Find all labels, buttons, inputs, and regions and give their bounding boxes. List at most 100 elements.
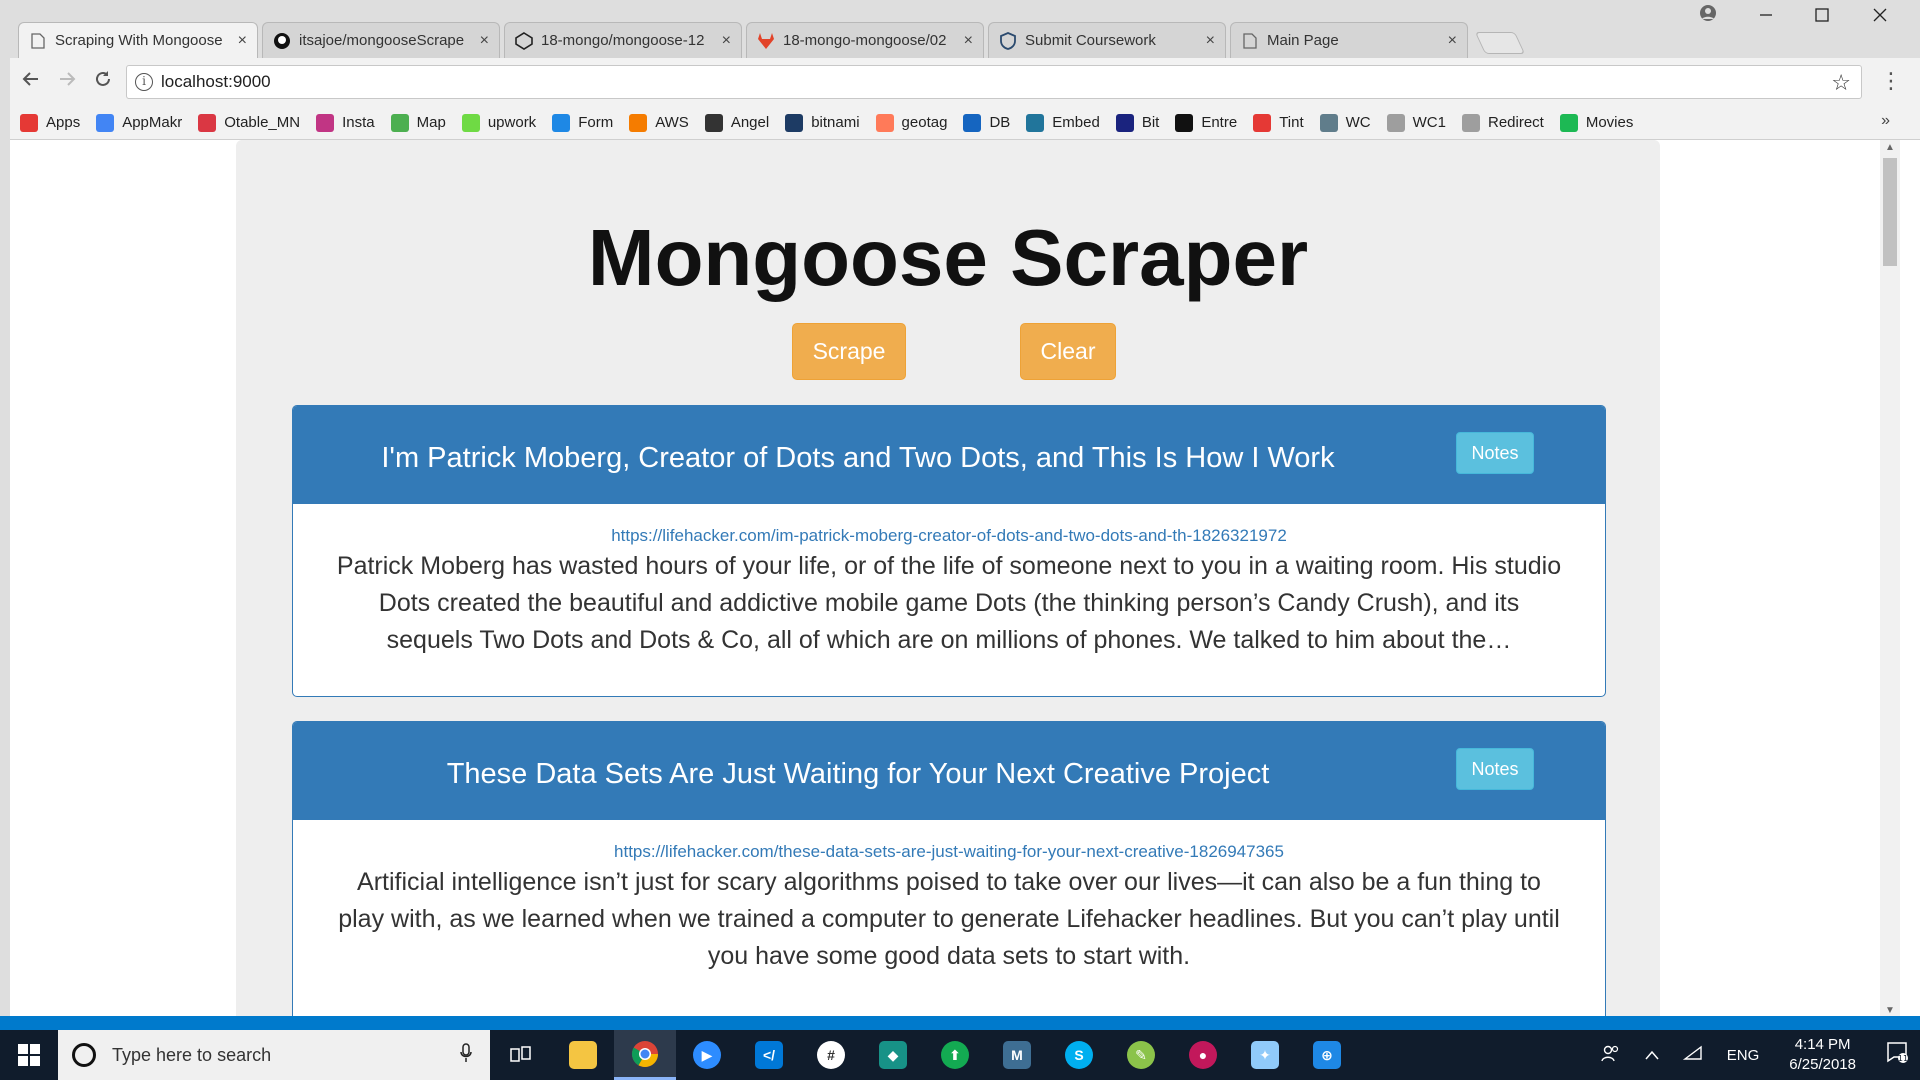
tab-title: 18-mongo-mongoose/02 bbox=[783, 32, 947, 49]
scrape-button[interactable]: Scrape bbox=[792, 323, 906, 380]
reload-icon[interactable] bbox=[88, 68, 118, 94]
paint-icon[interactable]: ✎ bbox=[1110, 1030, 1172, 1080]
bookmark-tint[interactable]: Tint bbox=[1253, 113, 1304, 132]
bookmark-upwork[interactable]: upwork bbox=[461, 113, 537, 132]
people-icon[interactable] bbox=[1601, 1044, 1621, 1066]
windows-start-icon[interactable] bbox=[0, 1030, 58, 1080]
bookmark-map[interactable]: Map bbox=[390, 113, 446, 132]
close-icon[interactable]: × bbox=[964, 32, 973, 50]
bookmark-appmakr[interactable]: AppMakr bbox=[96, 113, 182, 132]
gitkraken-icon[interactable]: ◆ bbox=[862, 1030, 924, 1080]
mysql-workbench-icon[interactable]: M bbox=[986, 1030, 1048, 1080]
form-icon bbox=[552, 113, 571, 132]
tab-submit-coursework[interactable]: Submit Coursework × bbox=[988, 22, 1226, 58]
tab-scraping-with-mongoose[interactable]: Scraping With Mongoose × bbox=[18, 22, 258, 58]
bookmark-embed[interactable]: Embed bbox=[1026, 113, 1100, 132]
slack-icon[interactable]: # bbox=[800, 1030, 862, 1080]
tab-github[interactable]: itsajoe/mongooseScrape × bbox=[262, 22, 500, 58]
bookmark-label: upwork bbox=[487, 114, 537, 131]
chrome-icon[interactable] bbox=[614, 1030, 676, 1080]
back-arrow-icon[interactable] bbox=[16, 68, 46, 94]
windows-taskbar: Type here to search ▶ </ # ◆ ⬆ M S ✎ ● ✦… bbox=[0, 1030, 1920, 1080]
chrome-menu-icon[interactable]: ⋮ bbox=[1880, 68, 1902, 94]
bookmark-bit[interactable]: Bit bbox=[1115, 113, 1159, 132]
close-icon[interactable]: × bbox=[480, 32, 489, 50]
bookmark-wc1[interactable]: WC1 bbox=[1386, 113, 1446, 132]
remote-desktop-icon[interactable]: ⊕ bbox=[1296, 1030, 1358, 1080]
bookmark-aws[interactable]: AWS bbox=[629, 113, 689, 132]
page-icon bbox=[1461, 113, 1480, 132]
forward-arrow-icon[interactable] bbox=[52, 68, 82, 94]
tab-main-page[interactable]: Main Page × bbox=[1230, 22, 1468, 58]
info-icon[interactable]: i bbox=[135, 73, 153, 91]
bookmark-redirect[interactable]: Redirect bbox=[1461, 113, 1544, 132]
close-icon[interactable]: × bbox=[1448, 32, 1457, 50]
task-view-icon[interactable] bbox=[490, 1030, 552, 1080]
bookmark-otable-mn[interactable]: Otable_MN bbox=[198, 113, 301, 132]
profile-icon[interactable] bbox=[1688, 4, 1728, 27]
language-indicator[interactable]: ENG bbox=[1727, 1047, 1760, 1064]
bookmark-angel[interactable]: Angel bbox=[704, 113, 769, 132]
vscode-icon[interactable]: </ bbox=[738, 1030, 800, 1080]
scroll-down-icon[interactable]: ▼ bbox=[1880, 1005, 1900, 1016]
page-scrollbar[interactable]: ▲ ▼ bbox=[1880, 140, 1900, 1018]
bookmark-movies[interactable]: Movies bbox=[1559, 113, 1633, 132]
zoom-icon[interactable]: ▶ bbox=[676, 1030, 738, 1080]
bookmark-apps[interactable]: Apps bbox=[20, 113, 80, 132]
article-link[interactable]: https://lifehacker.com/these-data-sets-a… bbox=[333, 842, 1565, 862]
tab-mongo-gitlab[interactable]: 18-mongo-mongoose/02 × bbox=[746, 22, 984, 58]
mongodb-compass-icon[interactable]: ⬆ bbox=[924, 1030, 986, 1080]
maximize-icon[interactable] bbox=[1802, 6, 1842, 27]
minimize-icon[interactable] bbox=[1746, 6, 1786, 27]
bookmark-label: Otable_MN bbox=[224, 114, 301, 131]
tab-title: Scraping With Mongoose bbox=[55, 32, 223, 49]
tab-strip: Scraping With Mongoose × itsajoe/mongoos… bbox=[0, 0, 1920, 58]
bookmark-star-icon[interactable]: ☆ bbox=[1831, 70, 1851, 96]
article-card: I'm Patrick Moberg, Creator of Dots and … bbox=[292, 405, 1606, 697]
article-link[interactable]: https://lifehacker.com/im-patrick-moberg… bbox=[333, 526, 1565, 546]
clock[interactable]: 4:14 PM 6/25/2018 bbox=[1789, 1035, 1856, 1075]
bookmark-form[interactable]: Form bbox=[552, 113, 613, 132]
bookmark-wc[interactable]: WC bbox=[1319, 113, 1371, 132]
entre-icon bbox=[1175, 113, 1194, 132]
scroll-thumb[interactable] bbox=[1883, 158, 1897, 266]
bookmark-label: WC1 bbox=[1412, 114, 1446, 131]
close-window-icon[interactable] bbox=[1860, 6, 1900, 27]
address-bar[interactable]: i localhost:9000 ☆ bbox=[126, 65, 1862, 99]
microphone-icon[interactable] bbox=[460, 1042, 472, 1068]
main-container: Mongoose Scraper Scrape Clear I'm Patric… bbox=[236, 140, 1660, 1018]
action-center-icon[interactable]: 11 bbox=[1874, 1041, 1920, 1069]
notes-button[interactable]: Notes bbox=[1456, 748, 1534, 790]
bookmark-bitnami[interactable]: bitnami bbox=[785, 113, 860, 132]
wifi-icon[interactable] bbox=[1682, 1045, 1703, 1065]
cortana-icon bbox=[72, 1043, 96, 1067]
article-summary: Artificial intelligence isn’t just for s… bbox=[338, 868, 1560, 970]
bookmark-entre[interactable]: Entre bbox=[1175, 113, 1237, 132]
photo-app-icon[interactable]: ● bbox=[1172, 1030, 1234, 1080]
close-icon[interactable]: × bbox=[722, 32, 731, 50]
taskbar-search[interactable]: Type here to search bbox=[58, 1030, 490, 1080]
bookmark-geotag[interactable]: geotag bbox=[875, 113, 947, 132]
scroll-up-icon[interactable]: ▲ bbox=[1880, 142, 1900, 153]
shield-icon bbox=[999, 31, 1017, 50]
article-headline: I'm Patrick Moberg, Creator of Dots and … bbox=[381, 442, 1335, 474]
tab-mongo-codepen[interactable]: 18-mongo/mongoose-12 × bbox=[504, 22, 742, 58]
new-tab-button[interactable] bbox=[1474, 32, 1526, 54]
close-icon[interactable]: × bbox=[1206, 32, 1215, 50]
file-explorer-icon[interactable] bbox=[552, 1030, 614, 1080]
bookmarks-overflow-icon[interactable]: » bbox=[1881, 112, 1890, 130]
chevron-up-icon[interactable] bbox=[1645, 1047, 1659, 1064]
window-border bbox=[0, 0, 10, 1020]
close-icon[interactable]: × bbox=[238, 32, 247, 50]
notes-button[interactable]: Notes bbox=[1456, 432, 1534, 474]
clear-button[interactable]: Clear bbox=[1020, 323, 1116, 380]
monitor-icon bbox=[1319, 113, 1338, 132]
bookmark-insta[interactable]: Insta bbox=[316, 113, 375, 132]
bookmark-label: AWS bbox=[655, 114, 689, 131]
bookmark-db[interactable]: DB bbox=[963, 113, 1010, 132]
bookmark-label: Redirect bbox=[1487, 114, 1544, 131]
notepad-icon[interactable]: ✦ bbox=[1234, 1030, 1296, 1080]
skype-icon[interactable]: S bbox=[1048, 1030, 1110, 1080]
url-text: localhost:9000 bbox=[161, 72, 271, 91]
notification-count: 11 bbox=[1898, 1054, 1908, 1063]
